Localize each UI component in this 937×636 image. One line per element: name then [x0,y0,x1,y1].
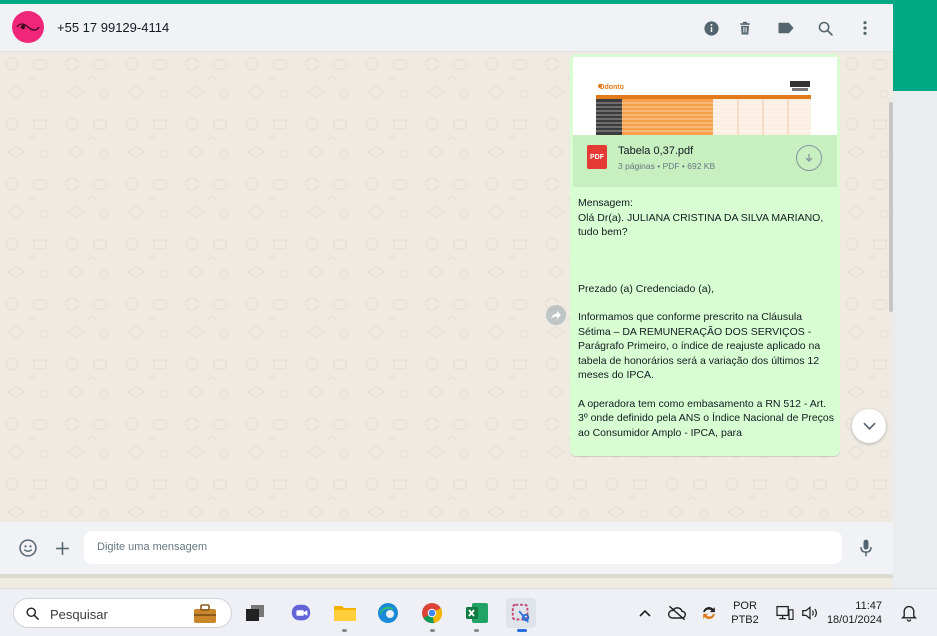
chat-area: Odonto PDF Tabela 0,37.pdf 3 páginas • P… [0,52,893,522]
avatar[interactable] [12,11,44,43]
file-meta: 3 páginas • PDF • 692 KB [618,161,716,171]
pdf-thumbnail[interactable]: Odonto [573,57,837,135]
message-text: Mensagem: Olá Dr(a). JULIANA CRISTINA DA… [578,196,834,440]
clock-time: 11:47 [855,600,882,612]
taskbar-search[interactable]: Pesquisar [13,598,232,628]
chat-scrollbar[interactable] [889,102,893,312]
clock-date: 18/01/2024 [826,614,882,626]
pdf-file-icon: PDF [587,145,607,169]
pdf-attachment[interactable]: PDF Tabela 0,37.pdf 3 páginas • PDF • 69… [573,135,837,187]
trash-icon[interactable] [733,16,757,40]
active-indicator [517,629,527,632]
sync-icon[interactable] [694,598,724,628]
running-indicator [430,629,435,632]
logo-icon [16,23,40,31]
microphone-icon[interactable] [854,536,878,560]
side-accent-panel [893,4,937,91]
volume-icon[interactable] [795,598,825,628]
language-bottom: PTB2 [731,614,759,626]
scroll-down-button[interactable] [852,409,886,443]
download-icon[interactable] [796,145,822,171]
taskbar: Pesquisar POR PTB2 11:47 18/01/2024 [0,588,937,636]
running-indicator [474,629,479,632]
emoji-icon[interactable] [16,536,40,560]
briefcase-icon [194,604,216,623]
running-indicator [342,629,347,632]
teams-icon[interactable] [286,598,316,628]
clock[interactable]: 11:47 18/01/2024 [826,599,882,627]
notification-bell-icon[interactable] [894,598,924,628]
language-top: POR [733,600,757,612]
search-icon [26,607,39,620]
attach-plus-icon[interactable] [50,536,74,560]
message-input[interactable]: Digite uma mensagem [84,531,842,564]
message-composer: Digite uma mensagem [0,522,893,574]
search-icon[interactable] [813,16,837,40]
file-name: Tabela 0,37.pdf [618,145,694,157]
side-gray-panel [893,91,937,588]
message-paragraph: Mensagem: Olá Dr(a). JULIANA CRISTINA DA… [578,197,824,238]
forward-icon[interactable] [546,305,566,325]
chat-header: +55 17 99129-4114 [0,4,893,52]
task-view-icon[interactable] [240,598,270,628]
svg-text:Odonto: Odonto [599,84,624,91]
language-indicator[interactable]: POR PTB2 [730,599,760,627]
menu-icon[interactable] [853,16,877,40]
search-label: Pesquisar [50,607,108,622]
message-paragraph: Prezado (a) Credenciado (a), [578,282,714,295]
cloud-offline-icon[interactable] [662,598,692,628]
excel-icon[interactable] [462,598,492,628]
message-paragraph: Informamos que conforme prescrito na Clá… [578,311,824,381]
window-bottom-edge [0,574,893,578]
file-explorer-icon[interactable] [330,598,360,628]
chrome-icon[interactable] [417,598,447,628]
info-icon[interactable] [699,16,723,40]
contact-name[interactable]: +55 17 99129-4114 [57,20,169,35]
whatsapp-window: +55 17 99129-4114 Odonto PDF Tabela 0,37… [0,4,893,588]
label-icon[interactable] [774,16,798,40]
message-paragraph: A operadora tem como embasamento a RN 51… [578,397,837,439]
edge-icon[interactable] [373,598,403,628]
snipping-tool-icon[interactable] [506,598,536,628]
chevron-down-icon [862,422,876,430]
chevron-up-icon[interactable] [630,598,660,628]
message-bubble: Odonto PDF Tabela 0,37.pdf 3 páginas • P… [570,54,840,456]
